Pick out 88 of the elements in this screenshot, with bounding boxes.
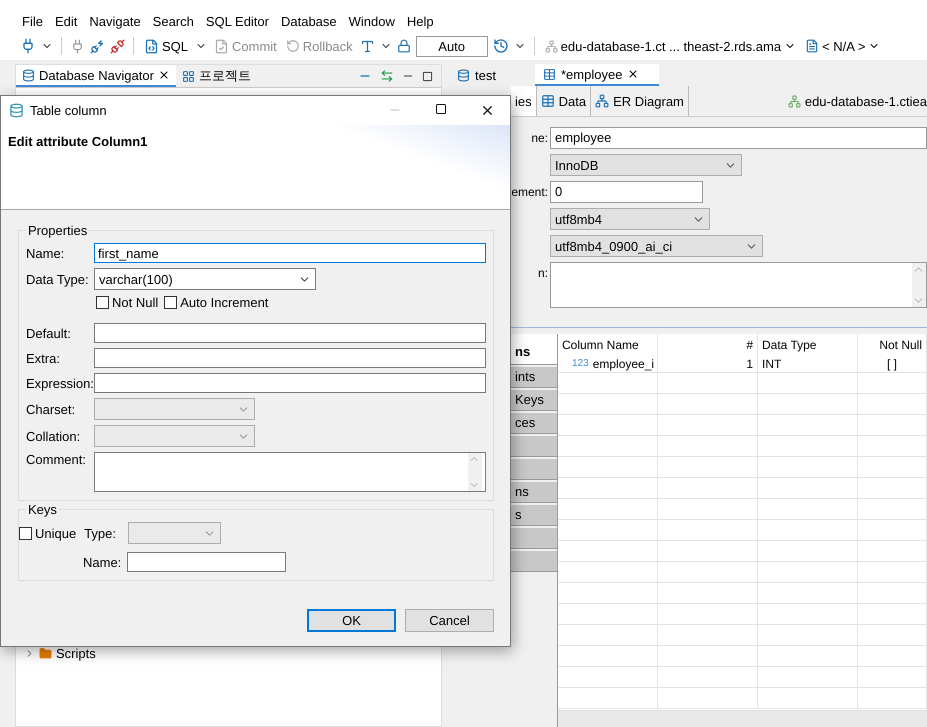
- ok-button[interactable]: OK: [307, 609, 396, 632]
- dropdown[interactable]: InnoDB: [550, 154, 742, 176]
- key-name-field[interactable]: [127, 552, 286, 572]
- connection-selector[interactable]: edu-database-1.ct ... theast-2.rds.ama: [542, 38, 798, 54]
- column-header[interactable]: Not Null: [858, 334, 927, 355]
- checkbox-label: Unique: [35, 526, 76, 540]
- schema-selector[interactable]: < N/A >: [803, 38, 882, 54]
- menu-item[interactable]: Window: [342, 14, 401, 28]
- table-cell: INT: [758, 355, 858, 372]
- horizontal-scrollbar[interactable]: [558, 710, 927, 727]
- menu-item[interactable]: File: [16, 14, 49, 28]
- data-type-dropdown[interactable]: varchar(100): [94, 268, 316, 290]
- editor-subtab[interactable]: Data: [536, 86, 592, 116]
- database-icon: [457, 68, 470, 82]
- close-icon[interactable]: [158, 69, 170, 81]
- editor-tab[interactable]: *employee: [535, 64, 659, 86]
- menu-item[interactable]: Edit: [48, 14, 84, 28]
- menu-item[interactable]: SQL Editor: [200, 14, 275, 28]
- table-cell: [ ]: [858, 355, 927, 372]
- connection-label: edu-database-1.ctiea: [788, 86, 927, 116]
- script-icon: [144, 38, 159, 54]
- history-icon[interactable]: [492, 38, 509, 54]
- text-field[interactable]: [94, 348, 486, 368]
- checkbox-label: Auto Increment: [180, 295, 268, 310]
- network-icon: [788, 94, 801, 108]
- checkbox[interactable]: [19, 526, 32, 540]
- network-icon: [544, 40, 558, 52]
- menu-item[interactable]: Search: [146, 14, 200, 28]
- auto-increment-field[interactable]: 0: [550, 181, 703, 203]
- menu-item[interactable]: Database: [274, 14, 343, 28]
- dialog-heading: Edit attribute Column1: [8, 134, 148, 149]
- tree-item[interactable]: Scripts: [24, 643, 441, 663]
- text-field[interactable]: [94, 373, 486, 393]
- link-icon[interactable]: [380, 69, 394, 83]
- group-legend: Properties: [26, 223, 90, 238]
- field-label: n:: [536, 265, 549, 282]
- table-cell: 123 employee_i: [558, 355, 658, 372]
- plug-zap-icon[interactable]: [90, 38, 105, 54]
- checkbox[interactable]: [96, 296, 109, 309]
- text-format-icon[interactable]: [360, 38, 375, 54]
- field-label: Name:: [26, 246, 66, 260]
- field-label: ement:: [510, 184, 549, 201]
- field-label: ne:: [530, 130, 549, 147]
- file-check-icon: [214, 38, 230, 54]
- sql-button[interactable]: SQL: [142, 38, 190, 54]
- panel-tab[interactable]: Database Navigator: [16, 65, 176, 87]
- column-header[interactable]: Column Name: [558, 334, 658, 355]
- dropdown[interactable]: utf8mb4_0900_ai_ci: [550, 235, 763, 257]
- menu-item[interactable]: Help: [400, 14, 440, 28]
- field-label: Data Type:: [26, 272, 90, 286]
- name-field[interactable]: first_name: [94, 243, 486, 263]
- document-icon: [805, 39, 820, 53]
- field-label: Default:: [26, 326, 72, 340]
- column-header[interactable]: Data Type: [758, 334, 858, 355]
- cancel-button[interactable]: Cancel: [405, 609, 494, 632]
- editor-subtab[interactable]: ies: [511, 86, 537, 116]
- database-icon: [22, 68, 35, 82]
- table-icon: [543, 68, 556, 80]
- text-field[interactable]: [94, 323, 486, 343]
- plug-icon[interactable]: [70, 38, 85, 54]
- dropdown[interactable]: utf8mb4: [550, 208, 710, 230]
- maximize-icon[interactable]: [435, 103, 447, 115]
- field-label: Type:: [84, 526, 117, 540]
- checkbox-label: Not Null: [112, 295, 158, 310]
- group-legend: Keys: [26, 502, 59, 517]
- commit-mode-field[interactable]: Auto: [416, 36, 488, 56]
- diagram-icon: [595, 94, 610, 108]
- field-label: Collation:: [26, 428, 82, 444]
- app-icon: [9, 103, 24, 118]
- field-label: Name:: [83, 554, 122, 570]
- maximize-icon[interactable]: [422, 70, 433, 82]
- menu-item[interactable]: Navigate: [83, 14, 147, 28]
- field-label: Charset:: [26, 402, 76, 416]
- unplug-icon[interactable]: [110, 38, 125, 54]
- field-label: Extra:: [26, 350, 61, 366]
- table-name-field[interactable]: employee: [550, 127, 927, 149]
- field-label: Expression:: [26, 376, 94, 390]
- column-header[interactable]: #: [658, 334, 758, 355]
- folder-icon: [39, 646, 52, 660]
- undo-icon: [286, 39, 300, 53]
- lock-icon[interactable]: [396, 39, 411, 53]
- table-icon: [540, 94, 555, 108]
- close-icon[interactable]: [627, 68, 640, 80]
- checkbox[interactable]: [164, 296, 178, 309]
- table-cell: 1: [658, 355, 758, 372]
- field-label: Comment:: [26, 452, 87, 467]
- dialog-title: Table column: [30, 103, 107, 118]
- grid-icon: [182, 70, 195, 82]
